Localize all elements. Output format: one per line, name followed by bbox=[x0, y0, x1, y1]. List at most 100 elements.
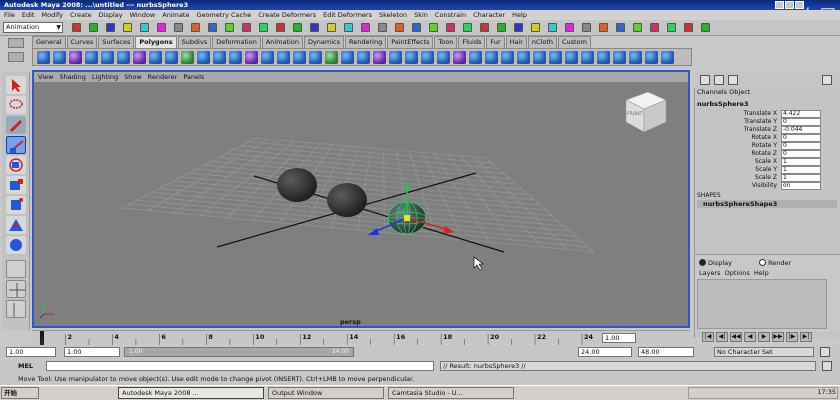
status-line-tool-icon[interactable] bbox=[616, 23, 625, 32]
shelf-tab-polygons[interactable]: Polygons bbox=[135, 36, 177, 48]
polygon-tool-icon[interactable] bbox=[37, 51, 50, 64]
menu-animate[interactable]: Animate bbox=[162, 10, 189, 20]
time-slider[interactable]: 2 4 6 8 10 12 14 16 18 20 22 24 1.00 bbox=[32, 330, 690, 345]
shelf-tab-fur[interactable]: Fur bbox=[486, 36, 505, 48]
universal-manipulator-icon[interactable] bbox=[6, 196, 26, 214]
display-layer-radio[interactable]: Display bbox=[699, 259, 732, 267]
polygon-tool-icon[interactable] bbox=[149, 51, 162, 64]
viewport-canvas[interactable]: FRONT bbox=[34, 82, 688, 326]
polygon-tool-icon[interactable] bbox=[485, 51, 498, 64]
render-layer-radio[interactable]: Render bbox=[759, 259, 791, 267]
status-line-tool-icon[interactable] bbox=[582, 23, 591, 32]
shelf-tab-toon[interactable]: Toon bbox=[434, 36, 458, 48]
shelf-tab-fluids[interactable]: Fluids bbox=[458, 36, 486, 48]
status-line-tool-icon[interactable] bbox=[140, 23, 149, 32]
paint-select-tool-icon[interactable] bbox=[6, 116, 26, 134]
status-line-tool-icon[interactable] bbox=[361, 23, 370, 32]
channel-value-field[interactable]: 4.422 bbox=[781, 110, 821, 118]
playback-button-4[interactable]: ▶ bbox=[758, 332, 770, 342]
polygon-tool-icon[interactable] bbox=[565, 51, 578, 64]
viewport-menu-lighting[interactable]: Lighting bbox=[92, 72, 118, 82]
polygon-tool-icon[interactable] bbox=[437, 51, 450, 64]
status-line-tool-icon[interactable] bbox=[548, 23, 557, 32]
mel-command-input[interactable] bbox=[46, 361, 434, 371]
status-line-tool-icon[interactable] bbox=[327, 23, 336, 32]
status-line-tool-icon[interactable] bbox=[310, 23, 319, 32]
channel-value-field[interactable]: 1 bbox=[781, 158, 821, 166]
start-time-field[interactable]: 1.00 bbox=[6, 347, 56, 357]
polygon-tool-icon[interactable] bbox=[197, 51, 210, 64]
channel-value-field[interactable]: 1 bbox=[781, 166, 821, 174]
menu-object[interactable]: Object bbox=[729, 88, 750, 96]
menu-create[interactable]: Create bbox=[70, 10, 92, 20]
channel-value-field[interactable]: on bbox=[781, 182, 821, 190]
viewport-menu-panels[interactable]: Panels bbox=[183, 72, 204, 82]
polygon-tool-icon[interactable] bbox=[309, 51, 322, 64]
status-line-tool-icon[interactable] bbox=[157, 23, 166, 32]
menu-options[interactable]: Options bbox=[725, 269, 750, 277]
polygon-tool-icon[interactable] bbox=[293, 51, 306, 64]
polygon-tool-icon[interactable] bbox=[261, 51, 274, 64]
playback-start-field[interactable]: 1.00 bbox=[64, 347, 120, 357]
viewport-menu-view[interactable]: View bbox=[38, 72, 53, 82]
status-line-tool-icon[interactable] bbox=[412, 23, 421, 32]
polygon-tool-icon[interactable] bbox=[229, 51, 242, 64]
menu-help[interactable]: Help bbox=[512, 10, 527, 20]
move-tool-icon[interactable] bbox=[6, 136, 26, 154]
current-frame-field[interactable]: 1.00 bbox=[602, 333, 636, 343]
menu-display[interactable]: Display bbox=[99, 10, 123, 20]
polygon-tool-icon[interactable] bbox=[389, 51, 402, 64]
status-line-tool-icon[interactable] bbox=[701, 23, 710, 32]
polygon-tool-icon[interactable] bbox=[613, 51, 626, 64]
polygon-tool-icon[interactable] bbox=[325, 51, 338, 64]
attribute-editor-toggle-icon[interactable] bbox=[714, 75, 724, 85]
polygon-tool-icon[interactable] bbox=[277, 51, 290, 64]
polygon-tool-icon[interactable] bbox=[501, 51, 514, 64]
status-line-tool-icon[interactable] bbox=[395, 23, 404, 32]
status-line-tool-icon[interactable] bbox=[650, 23, 659, 32]
polygon-tool-icon[interactable] bbox=[117, 51, 130, 64]
channel-value-field[interactable]: 0 bbox=[781, 134, 821, 142]
status-line-tool-icon[interactable] bbox=[531, 23, 540, 32]
status-line-tool-icon[interactable] bbox=[463, 23, 472, 32]
menu-file[interactable]: File bbox=[4, 10, 15, 20]
status-line-tool-icon[interactable] bbox=[429, 23, 438, 32]
status-line-tool-icon[interactable] bbox=[225, 23, 234, 32]
polygon-tool-icon[interactable] bbox=[101, 51, 114, 64]
shelf-tab-rendering[interactable]: Rendering bbox=[345, 36, 387, 48]
polygon-tool-icon[interactable] bbox=[549, 51, 562, 64]
channel-box-toggle-icon[interactable] bbox=[700, 75, 710, 85]
channel-value-field[interactable]: 0 bbox=[781, 118, 821, 126]
viewport-menu-shading[interactable]: Shading bbox=[59, 72, 85, 82]
polygon-tool-icon[interactable] bbox=[213, 51, 226, 64]
menu-window[interactable]: Window bbox=[130, 10, 156, 20]
polygon-tool-icon[interactable] bbox=[133, 51, 146, 64]
polygon-tool-icon[interactable] bbox=[85, 51, 98, 64]
playback-button-0[interactable]: |◀ bbox=[702, 332, 714, 342]
character-set-select[interactable]: No Character Set bbox=[714, 347, 814, 357]
maximize-button[interactable] bbox=[785, 1, 794, 9]
status-line-tool-icon[interactable] bbox=[72, 23, 81, 32]
time-slider-ticks[interactable]: 2 4 6 8 10 12 14 16 18 20 22 24 bbox=[40, 331, 600, 345]
status-line-tool-icon[interactable] bbox=[174, 23, 183, 32]
playback-end-field[interactable]: 24.00 bbox=[578, 347, 632, 357]
polygon-tool-icon[interactable] bbox=[581, 51, 594, 64]
playback-button-2[interactable]: ◀◀ bbox=[730, 332, 742, 342]
menu-help[interactable]: Help bbox=[754, 269, 769, 277]
status-line-tool-icon[interactable] bbox=[89, 23, 98, 32]
layer-list[interactable] bbox=[697, 279, 827, 329]
viewport-menu-show[interactable]: Show bbox=[124, 72, 142, 82]
menu-constrain[interactable]: Constrain bbox=[435, 10, 466, 20]
layer-editor-toggle-icon[interactable] bbox=[822, 75, 832, 85]
task-output-window[interactable]: Output Window bbox=[268, 387, 384, 399]
status-line-tool-icon[interactable] bbox=[684, 23, 693, 32]
lasso-tool-icon[interactable] bbox=[6, 96, 26, 114]
polygon-tool-icon[interactable] bbox=[533, 51, 546, 64]
minimize-button[interactable] bbox=[775, 1, 784, 9]
viewport-menu-renderer[interactable]: Renderer bbox=[148, 72, 178, 82]
playback-button-3[interactable]: ◀ bbox=[744, 332, 756, 342]
polygon-tool-icon[interactable] bbox=[373, 51, 386, 64]
polygon-tool-icon[interactable] bbox=[181, 51, 194, 64]
menu-character[interactable]: Character bbox=[473, 10, 505, 20]
shelf-tab-hair[interactable]: Hair bbox=[505, 36, 527, 48]
